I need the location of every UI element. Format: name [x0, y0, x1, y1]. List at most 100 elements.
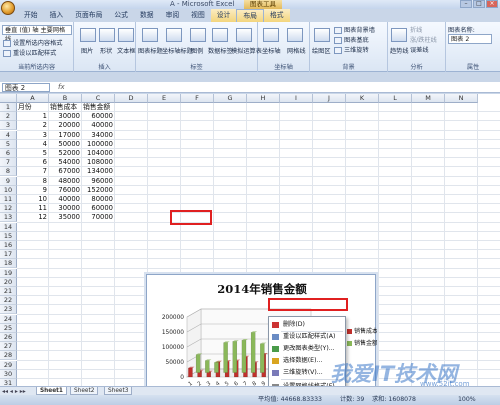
row-header[interactable]: 15 [0, 231, 17, 241]
row-header[interactable]: 25 [0, 323, 17, 333]
table-cell[interactable]: 30000 [50, 204, 80, 213]
axes-button[interactable]: 坐标轴 [262, 46, 281, 55]
row-header[interactable]: 31 [0, 379, 17, 386]
table-cell[interactable]: 12 [18, 213, 47, 222]
menu-item-1[interactable]: 重设以匹配样式(A) [269, 332, 345, 342]
row-header[interactable]: 2 [0, 112, 17, 122]
table-cell[interactable]: 104000 [83, 149, 113, 158]
table-cell[interactable]: 7 [18, 167, 47, 176]
column-header[interactable]: H [247, 94, 280, 103]
row-header[interactable]: 21 [0, 287, 17, 296]
table-cell[interactable]: 96000 [83, 177, 113, 186]
close-icon[interactable]: × [486, 0, 498, 8]
row-header[interactable]: 30 [0, 369, 17, 379]
row-header[interactable]: 12 [0, 204, 17, 214]
table-cell[interactable]: 52000 [50, 149, 80, 158]
minimize-icon[interactable]: – [460, 0, 472, 8]
table-cell[interactable]: 4 [18, 140, 47, 149]
table-cell[interactable]: 40000 [50, 195, 80, 204]
row-header[interactable]: 13 [0, 213, 17, 223]
table-cell[interactable]: 17000 [50, 131, 80, 140]
table-cell[interactable]: 5 [18, 149, 47, 158]
table-cell[interactable]: 60000 [83, 204, 113, 213]
row-header[interactable]: 24 [0, 314, 17, 324]
tab-8[interactable]: 布局 [236, 9, 264, 22]
table-cell[interactable]: 30000 [50, 112, 80, 121]
table-cell[interactable]: 100000 [83, 140, 113, 149]
table-cell[interactable]: 80000 [83, 195, 113, 204]
column-header[interactable]: J [313, 94, 346, 103]
table-cell[interactable]: 8 [18, 177, 47, 186]
select-all-corner[interactable] [0, 94, 17, 103]
row-header[interactable]: 26 [0, 333, 17, 342]
column-header[interactable]: N [445, 94, 478, 103]
row-header[interactable]: 7 [0, 158, 17, 168]
table-cell[interactable]: 35000 [50, 213, 80, 222]
tab-9[interactable]: 格式 [263, 9, 290, 22]
column-header[interactable]: D [115, 94, 148, 103]
row-header[interactable]: 19 [0, 268, 17, 278]
worksheet-grid[interactable]: 31 30 29 28 27 26 25 24 23 22 21 20 19 18 17 16 15 14 13 12… [0, 94, 500, 386]
column-header[interactable]: E [148, 94, 181, 103]
shapes-icon[interactable] [99, 28, 115, 42]
tab-6[interactable]: 视图 [185, 9, 211, 22]
table-cell[interactable]: 11 [18, 204, 47, 213]
table-cell[interactable]: 1 [18, 112, 47, 121]
trendline-button[interactable]: 趋势线 [390, 46, 409, 55]
table-cell[interactable]: 20000 [50, 121, 80, 130]
row-header[interactable]: 10 [0, 185, 17, 195]
row-header[interactable]: 17 [0, 250, 17, 260]
row-header[interactable]: 8 [0, 167, 17, 177]
chart-floor-button[interactable]: 图表基底 [334, 35, 369, 44]
chart-name-field[interactable]: 图表 2 [448, 34, 492, 44]
data-table-icon[interactable] [236, 28, 252, 42]
textbox-button[interactable]: 文本框 [117, 46, 136, 55]
row-header[interactable]: 18 [0, 259, 17, 269]
tab-5[interactable]: 审阅 [160, 9, 186, 22]
row-header[interactable]: 6 [0, 149, 17, 158]
row-header[interactable]: 23 [0, 305, 17, 315]
zoom-level[interactable]: 100% [458, 395, 476, 405]
plot-area-icon[interactable] [314, 28, 330, 42]
menu-item-0[interactable]: 删除(D) [269, 320, 345, 330]
fx-icon[interactable]: fx [58, 83, 65, 91]
axes-icon[interactable] [263, 28, 279, 42]
gridlines-icon[interactable] [287, 28, 303, 42]
row-header[interactable]: 14 [0, 222, 17, 232]
sheet-tab[interactable]: Sheet1 [36, 387, 67, 395]
plot-area-button[interactable]: 绘图区 [312, 46, 331, 55]
table-cell[interactable]: 60000 [83, 112, 113, 121]
tab-4[interactable]: 数据 [134, 9, 160, 22]
column-header[interactable]: I [280, 94, 313, 103]
row-header[interactable]: 5 [0, 139, 17, 149]
rotation-3d-button[interactable]: 三维旋转 [334, 45, 369, 54]
table-cell[interactable]: 月份 [18, 103, 47, 112]
chart-wall-button[interactable]: 图表背景墙 [334, 25, 375, 34]
table-cell[interactable]: 34000 [83, 131, 113, 140]
office-button[interactable] [1, 1, 15, 15]
sheet-tab[interactable]: Sheet3 [104, 387, 133, 395]
tab-7[interactable]: 设计 [210, 9, 237, 22]
column-header[interactable]: G [214, 94, 247, 103]
table-cell[interactable]: 销售金额 [83, 103, 113, 112]
table-cell[interactable]: 9 [18, 186, 47, 195]
trendline-icon[interactable] [391, 28, 407, 42]
row-header[interactable]: 16 [0, 241, 17, 250]
table-cell[interactable]: 152000 [83, 186, 113, 195]
chart-title-button[interactable]: 图表标题 [138, 46, 163, 55]
shapes-button[interactable]: 形状 [100, 46, 112, 55]
selection-dropdown[interactable]: 垂直 (值) 轴 主要网格线 [2, 25, 72, 43]
maximize-icon[interactable]: □ [473, 0, 485, 8]
format-selection-button[interactable]: 设置所选内容格式 [3, 38, 63, 47]
table-cell[interactable]: 76000 [50, 186, 80, 195]
data-labels-button[interactable]: 数据标签 [208, 46, 233, 55]
sheet-nav-arrows[interactable]: ◂◂ ◂ ▸ ▸▸ [2, 388, 26, 395]
table-cell[interactable]: 6 [18, 158, 47, 167]
reset-style-button[interactable]: 重设以匹配样式 [3, 48, 56, 57]
gridlines-button[interactable]: 网格线 [287, 46, 306, 55]
table-cell[interactable]: 48000 [50, 177, 80, 186]
axis-titles-icon[interactable] [166, 28, 182, 42]
data-labels-icon[interactable] [212, 28, 228, 42]
row-header[interactable]: 1 [0, 103, 17, 112]
column-header[interactable]: A [17, 94, 49, 103]
